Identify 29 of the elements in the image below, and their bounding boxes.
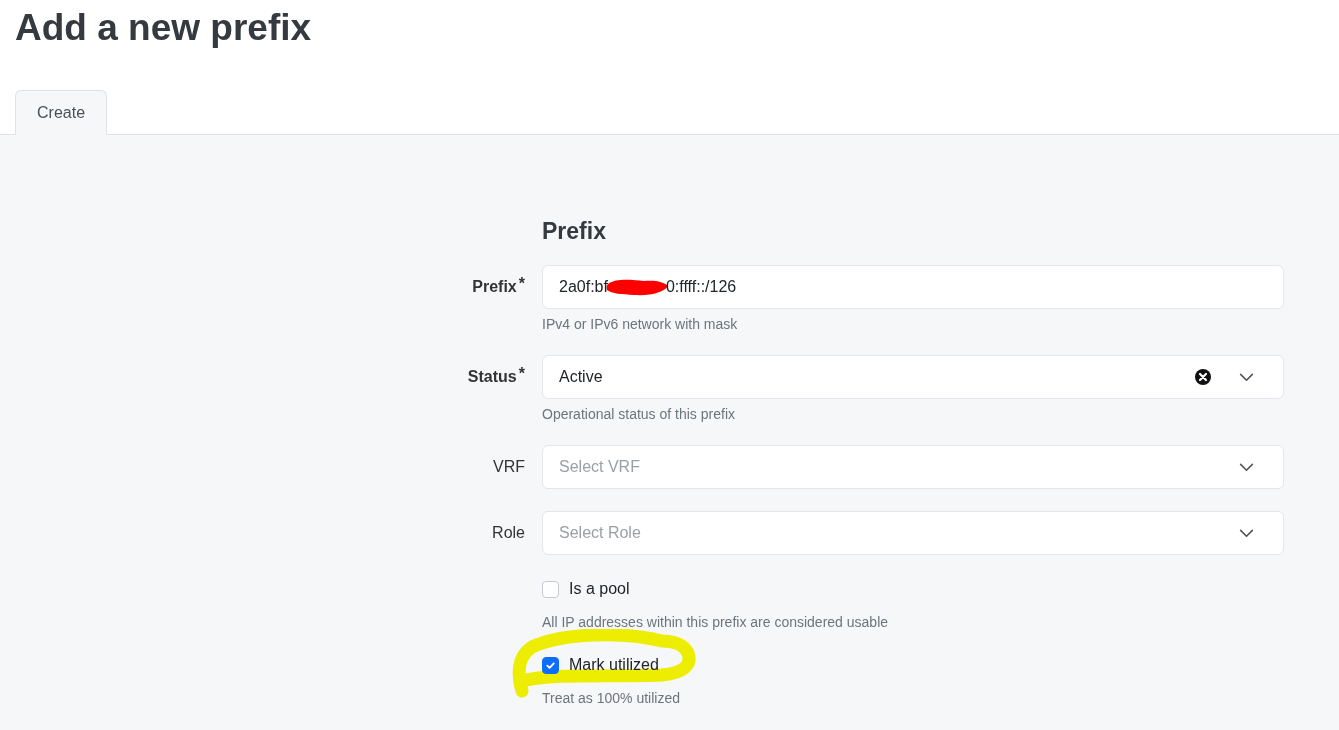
input-value: 2a0f:bf [559,278,608,296]
checkbox-label: Mark utilized [569,656,659,674]
clear-icon[interactable] [1195,369,1211,385]
field-label: VRF [493,457,525,477]
chevron-down-icon[interactable] [1239,528,1254,538]
required-mark: * [518,367,525,381]
tab[interactable]: Create [15,90,108,135]
checkbox-label: Is a pool [569,580,630,598]
help-text: Treat as 100% utilized [542,689,681,707]
select-placeholder: Select Role [559,524,641,542]
select-placeholder: Select VRF [559,458,640,476]
chevron-down-icon[interactable] [1239,372,1254,382]
page-title: Add a new prefix [15,6,312,50]
help-text: Operational status of this prefix [542,405,736,423]
select-value: Active [559,368,603,386]
field-label: Role [492,523,525,543]
field-label: Prefix [472,277,517,297]
chevron-down-icon[interactable] [1239,462,1254,472]
checkbox[interactable] [542,580,559,598]
checkbox[interactable] [542,656,559,674]
check-icon [545,659,556,671]
select-field[interactable]: Active [542,355,1284,399]
input-value: 0:ffff::/126 [665,278,737,296]
field-label: Status [467,367,517,387]
section-heading: Prefix [542,217,607,245]
help-text: All IP addresses within this prefix are considered usable [542,613,890,631]
prefix-input[interactable]: 2a0f:bf 0:ffff::/126 [542,265,1284,309]
required-mark: * [518,277,525,291]
help-text: IPv4 or IPv6 network with mask [542,315,739,333]
